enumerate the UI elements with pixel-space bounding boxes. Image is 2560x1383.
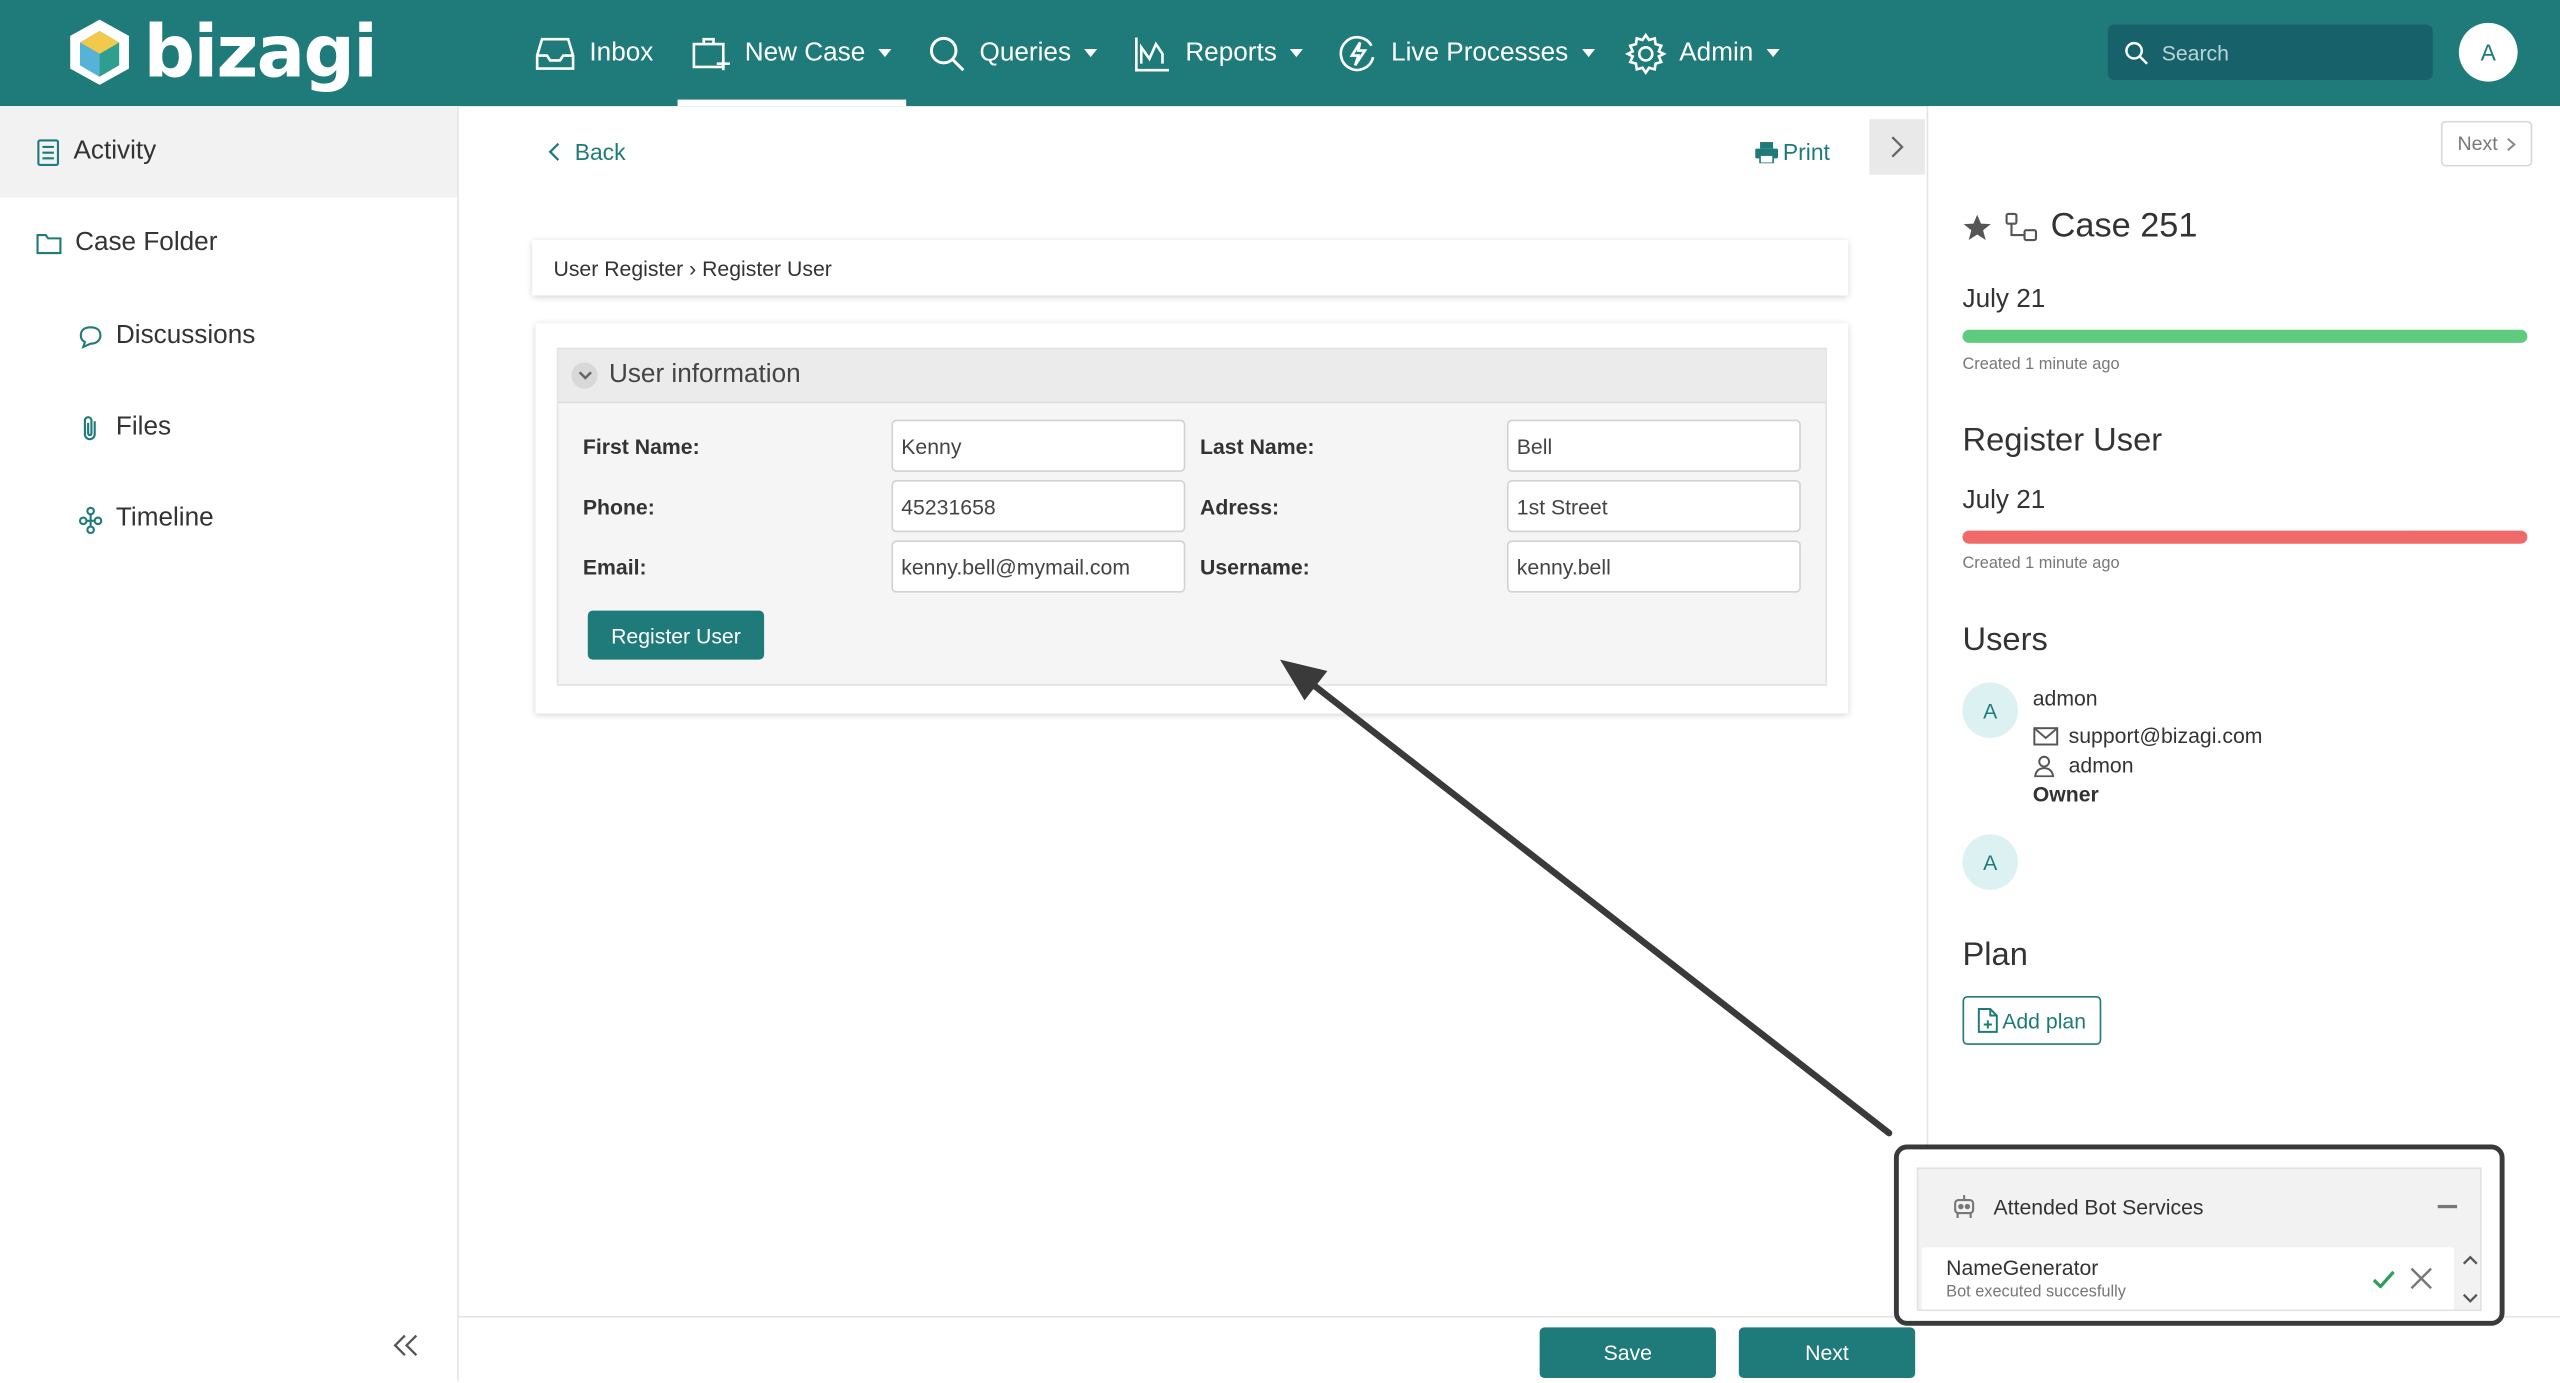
check-icon xyxy=(2372,1270,2395,1289)
attended-bot-services-panel: Attended Bot Services NameGenerator Bot … xyxy=(1916,1167,2482,1312)
scroll-up-icon[interactable] xyxy=(2462,1254,2478,1265)
bot-panel-header: Attended Bot Services xyxy=(1918,1169,2480,1244)
bot-list-item[interactable]: NameGenerator Bot executed succesfully xyxy=(1921,1247,2454,1310)
minimize-icon[interactable] xyxy=(2437,1203,2458,1210)
bot-status: Bot executed succesfully xyxy=(1946,1283,2126,1302)
bot-panel-title: Attended Bot Services xyxy=(1993,1194,2204,1219)
close-icon[interactable] xyxy=(2410,1267,2433,1290)
attended-bot-services-frame: Attended Bot Services NameGenerator Bot … xyxy=(1893,1144,2505,1326)
bot-name: NameGenerator xyxy=(1946,1255,2099,1281)
robot-icon xyxy=(1954,1195,1975,1218)
scroll-down-icon[interactable] xyxy=(2462,1293,2478,1304)
